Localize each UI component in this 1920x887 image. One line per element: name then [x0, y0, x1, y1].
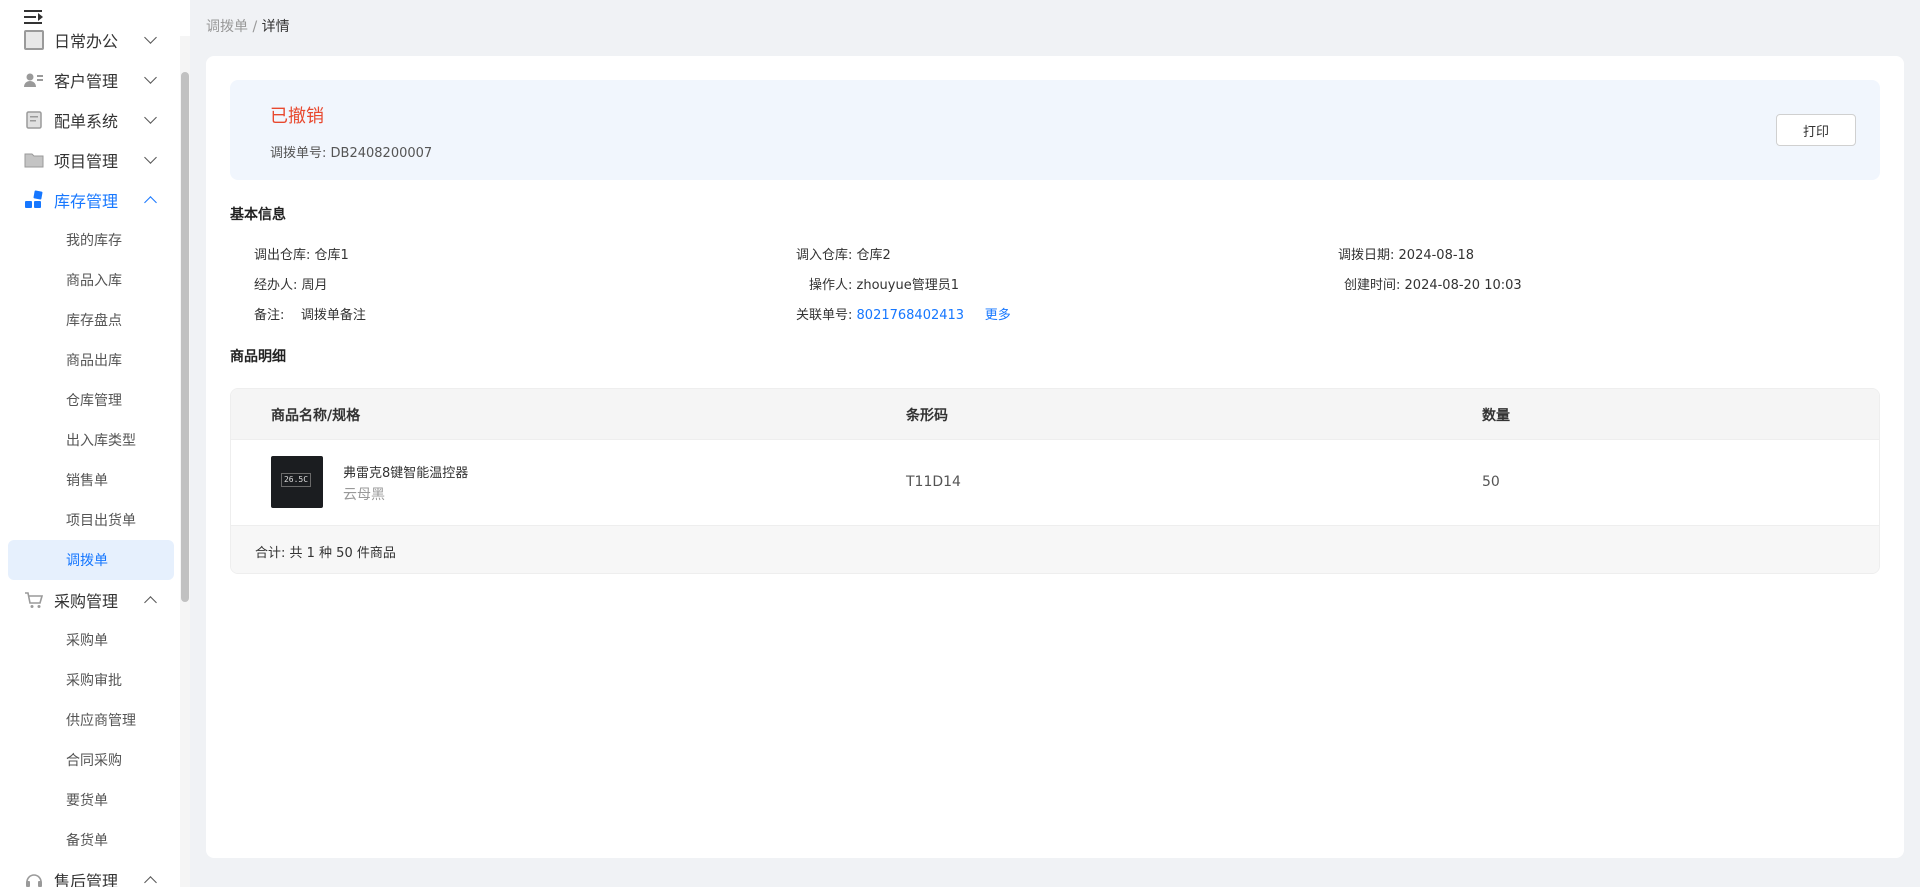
info-remark: 备注: 调拨单备注 — [254, 308, 366, 323]
folder-icon — [24, 153, 44, 168]
chevron-up-icon — [144, 595, 157, 609]
chevron-down-icon — [144, 111, 157, 124]
product-barcode: T11D14 — [906, 474, 961, 490]
order-number: 调拨单号: DB2408200007 — [270, 146, 433, 161]
customer-card-icon — [24, 73, 43, 87]
table-summary: 合计: 共 1 种 50 件商品 — [231, 525, 1879, 573]
product-table: 商品名称/规格 条形码 数量 26.5C 弗雷克8键智能温控器 云母黑 T11D… — [230, 388, 1880, 574]
more-link[interactable]: 更多 — [985, 308, 1011, 323]
breadcrumb-current: 详情 — [261, 19, 290, 35]
info-out-warehouse: 调出仓库: 仓库1 — [254, 248, 349, 263]
nav-item-inout-types[interactable]: 出入库类型 — [8, 420, 174, 460]
nav-item-contract-purchase[interactable]: 合同采购 — [8, 740, 174, 780]
document-icon — [24, 30, 44, 50]
nav-group-order-system[interactable]: 配单系统 — [0, 100, 180, 140]
chevron-down-icon — [144, 71, 157, 84]
nav-item-goods-outbound[interactable]: 商品出库 — [8, 340, 174, 380]
nav-group-daily-office[interactable]: 日常办公 — [0, 20, 180, 60]
nav-item-requisition[interactable]: 要货单 — [8, 780, 174, 820]
chevron-down-icon — [144, 151, 157, 164]
info-operator: 操作人: zhouyue管理员1 — [809, 278, 959, 293]
detail-card: 已撤销 调拨单号: DB2408200007 打印 基本信息 调出仓库: 仓库1… — [206, 56, 1904, 858]
status-title: 已撤销 — [270, 106, 324, 127]
breadcrumb-parent-link[interactable]: 调拨单 — [206, 19, 248, 35]
related-order-link[interactable]: 8021768402413 — [857, 308, 965, 323]
nav-item-warehouse-management[interactable]: 仓库管理 — [8, 380, 174, 420]
table-row: 26.5C 弗雷克8键智能温控器 云母黑 T11D14 50 — [231, 439, 1879, 525]
nav-group-purchase[interactable]: 采购管理 — [0, 580, 180, 620]
nav-item-goods-inbound[interactable]: 商品入库 — [8, 260, 174, 300]
nav-group-customer[interactable]: 客户管理 — [0, 60, 180, 100]
nav-item-purchase-approval[interactable]: 采购审批 — [8, 660, 174, 700]
document-icon — [26, 111, 42, 129]
nav-item-stocktaking[interactable]: 库存盘点 — [8, 300, 174, 340]
summary-text: 合计: 共 1 种 50 件商品 — [255, 546, 396, 561]
chevron-up-icon — [144, 195, 157, 209]
product-thumbnail: 26.5C — [271, 456, 323, 508]
breadcrumb: 调拨单 / 详情 — [206, 19, 290, 35]
info-in-warehouse: 调入仓库: 仓库2 — [796, 248, 891, 263]
status-panel: 已撤销 调拨单号: DB2408200007 打印 — [230, 80, 1880, 180]
column-header-name: 商品名称/规格 — [271, 408, 361, 424]
section-title-basic-info: 基本信息 — [230, 204, 290, 224]
nav-group-inventory[interactable]: 库存管理 — [0, 180, 180, 220]
print-button[interactable]: 打印 — [1776, 114, 1856, 146]
inventory-blocks-icon — [25, 190, 43, 208]
info-created-time: 创建时间: 2024-08-20 10:03 — [1344, 278, 1522, 293]
product-quantity: 50 — [1482, 474, 1500, 490]
headset-icon — [26, 874, 42, 887]
section-title-products: 商品明细 — [230, 346, 290, 366]
product-name: 弗雷克8键智能温控器 — [343, 466, 469, 481]
cart-icon — [25, 592, 44, 608]
nav-item-transfer-order[interactable]: 调拨单 — [8, 540, 174, 580]
column-header-barcode: 条形码 — [906, 408, 948, 424]
nav-group-project[interactable]: 项目管理 — [0, 140, 180, 180]
nav-item-project-shipment[interactable]: 项目出货单 — [8, 500, 174, 540]
nav-item-purchase-order[interactable]: 采购单 — [8, 620, 174, 660]
nav-item-sales-order[interactable]: 销售单 — [8, 460, 174, 500]
sidebar-scrollbar-thumb[interactable] — [181, 72, 189, 602]
table-header: 商品名称/规格 条形码 数量 — [231, 389, 1879, 439]
chevron-up-icon — [144, 875, 157, 887]
column-header-quantity: 数量 — [1482, 408, 1510, 424]
info-transfer-date: 调拨日期: 2024-08-18 — [1338, 248, 1475, 263]
nav-group-after-sales[interactable]: 售后管理 — [0, 860, 180, 887]
nav-item-my-inventory[interactable]: 我的库存 — [8, 220, 174, 260]
nav-item-stock-preparation[interactable]: 备货单 — [8, 820, 174, 860]
sidebar: 日常办公 客户管理 配单系统 项目管理 库存管理 我的库存 商品入库 库存盘点 … — [0, 0, 190, 887]
nav-item-supplier-management[interactable]: 供应商管理 — [8, 700, 174, 740]
info-handler: 经办人: 周月 — [254, 278, 328, 293]
chevron-down-icon — [144, 31, 157, 44]
info-related-order: 关联单号: 8021768402413 更多 — [796, 308, 1011, 323]
product-spec: 云母黑 — [343, 487, 385, 503]
